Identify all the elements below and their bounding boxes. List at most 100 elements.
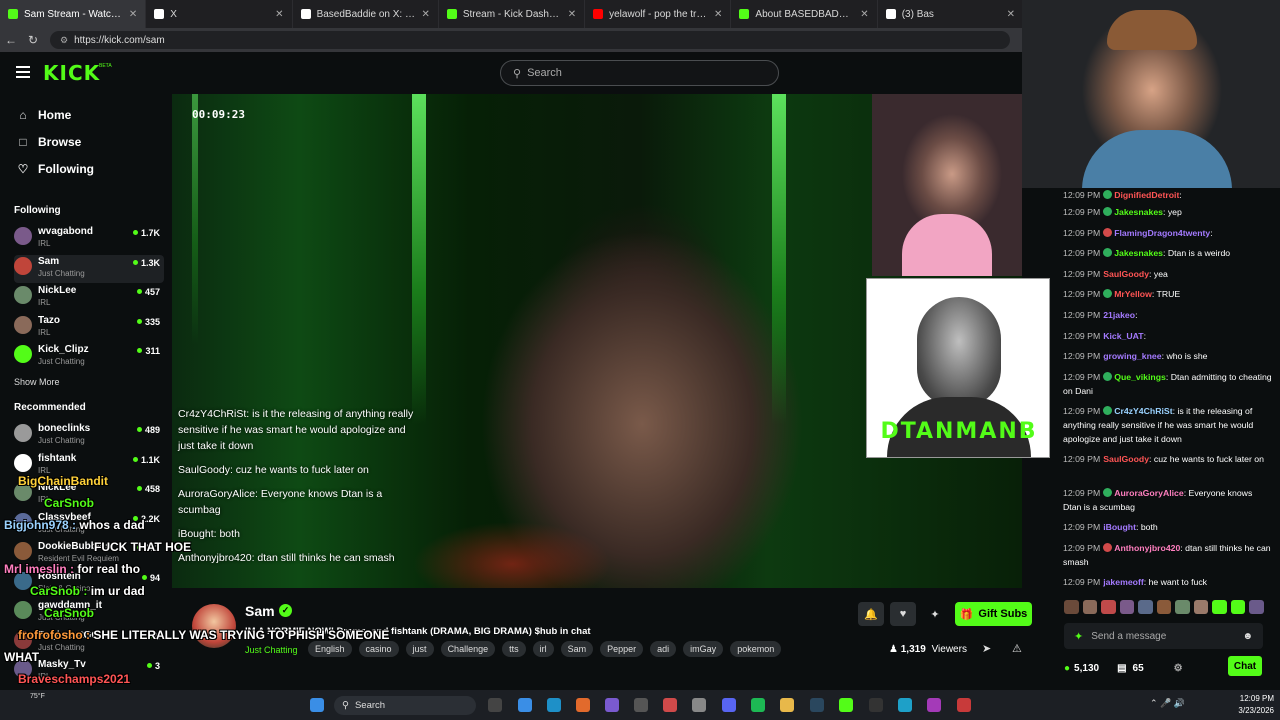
nav-browse[interactable]: □ Browse bbox=[16, 135, 81, 149]
emote-icon[interactable] bbox=[1101, 600, 1116, 614]
app-icon[interactable] bbox=[634, 698, 648, 712]
emote-icon[interactable] bbox=[1212, 600, 1227, 614]
chat-message-input[interactable]: ✦ Send a message ☻ bbox=[1064, 623, 1263, 649]
chat-username[interactable]: Jakesnakes bbox=[1114, 207, 1163, 217]
chat-username[interactable]: 21jakeo bbox=[1103, 310, 1135, 320]
close-icon[interactable]: ✕ bbox=[129, 9, 137, 20]
chat-username[interactable]: AuroraGoryAlice bbox=[1114, 488, 1184, 498]
sidebar-channel[interactable]: Masky_Tv IRL 3 bbox=[14, 658, 164, 686]
gift-subs-button[interactable]: 🎁 Gift Subs bbox=[955, 602, 1032, 626]
stream-tag[interactable]: Sam bbox=[560, 641, 594, 657]
app-icon[interactable] bbox=[898, 698, 912, 712]
app-icon[interactable] bbox=[927, 698, 941, 712]
sidebar-channel[interactable]: DookieBubbles Resident Evil Requiem 102 bbox=[14, 540, 164, 568]
emote-icon[interactable] bbox=[1230, 600, 1246, 614]
stream-tag[interactable]: adi bbox=[650, 641, 677, 657]
chat-username[interactable]: growing_knee bbox=[1103, 351, 1161, 361]
sidebar-channel[interactable]: RegimentGG Just Chatting 5 bbox=[14, 629, 164, 657]
chat-send-button[interactable]: Chat bbox=[1228, 656, 1262, 676]
close-icon[interactable]: ✕ bbox=[1007, 9, 1015, 20]
app-icon[interactable] bbox=[605, 698, 619, 712]
chat-username[interactable]: SaulGoody bbox=[1103, 269, 1149, 279]
app-icon[interactable] bbox=[839, 698, 853, 712]
copilot-icon[interactable] bbox=[518, 698, 532, 712]
show-more-link[interactable]: Show More bbox=[14, 377, 60, 387]
chat-username[interactable]: Kick_UAT bbox=[1103, 331, 1143, 341]
chat-username[interactable]: MrYellow bbox=[1114, 289, 1152, 299]
stream-tag[interactable]: pokemon bbox=[730, 641, 782, 657]
emote-icon[interactable] bbox=[1193, 600, 1209, 614]
app-icon[interactable] bbox=[663, 698, 677, 712]
nav-home[interactable]: ⌂ Home bbox=[16, 108, 71, 122]
stream-tag[interactable]: tts bbox=[502, 641, 526, 657]
back-icon[interactable]: ← bbox=[0, 33, 22, 47]
emoji-icon[interactable]: ☻ bbox=[1242, 631, 1253, 642]
app-icon[interactable] bbox=[692, 698, 706, 712]
browser-tab[interactable]: About BASEDBADDIE - Watch Live ✕ bbox=[731, 0, 878, 28]
stream-tag[interactable]: irl bbox=[532, 641, 554, 657]
browser-tab[interactable]: X ✕ bbox=[146, 0, 293, 28]
report-icon[interactable]: ⚠ bbox=[1012, 642, 1022, 655]
chat-username[interactable]: jakemeoff bbox=[1103, 577, 1144, 587]
emote-icon[interactable] bbox=[1082, 600, 1098, 614]
sparkle-icon[interactable]: ✦ bbox=[922, 602, 948, 626]
emote-bar[interactable] bbox=[1064, 600, 1265, 614]
chat-username[interactable]: Anthonyjbro420 bbox=[1114, 543, 1180, 553]
streamer-avatar[interactable] bbox=[192, 604, 236, 648]
sidebar-channel[interactable]: Kick_Clipz Just Chatting 311 bbox=[14, 343, 164, 371]
chat-username[interactable]: SaulGoody bbox=[1103, 454, 1149, 464]
emote-icon[interactable] bbox=[1156, 600, 1172, 614]
stream-tag[interactable]: casino bbox=[358, 641, 399, 657]
chat-username[interactable]: Jakesnakes bbox=[1114, 248, 1163, 258]
browser-tab[interactable]: Stream - Kick Dashboard ✕ bbox=[439, 0, 586, 28]
site-info-icon[interactable]: ⚙ bbox=[60, 35, 68, 46]
chat-username[interactable]: iBought bbox=[1103, 522, 1136, 532]
spotify-icon[interactable] bbox=[751, 698, 765, 712]
stream-tag[interactable]: just bbox=[405, 641, 434, 657]
kick-logo[interactable]: KICK bbox=[43, 61, 100, 85]
stream-tag[interactable]: imGay bbox=[683, 641, 724, 657]
sidebar-channel[interactable]: Tazo IRL 335 bbox=[14, 314, 164, 342]
nav-following[interactable]: ♡ Following bbox=[16, 162, 94, 176]
file-explorer-icon[interactable] bbox=[780, 698, 794, 712]
sidebar-channel[interactable]: gawddamn_it Just Chatting bbox=[14, 599, 164, 627]
chat-username[interactable]: DignifiedDetroit bbox=[1114, 190, 1179, 200]
sidebar-channel[interactable]: fishtank IRL 1.1K bbox=[14, 452, 164, 480]
system-tray-icon[interactable]: ⌃ 🎤 🔊 bbox=[1150, 698, 1185, 709]
close-icon[interactable]: ✕ bbox=[275, 9, 283, 20]
streamer-name[interactable]: Sam bbox=[245, 603, 275, 619]
steam-icon[interactable] bbox=[810, 698, 824, 712]
emote-icon[interactable] bbox=[1138, 600, 1153, 614]
weather-widget[interactable]: 75°F bbox=[30, 693, 45, 700]
sidebar-channel[interactable]: Classybeef Just Chatting 2.2K bbox=[14, 511, 164, 539]
stream-tag[interactable]: Pepper bbox=[600, 641, 644, 657]
close-icon[interactable]: ✕ bbox=[421, 9, 429, 20]
sidebar-channel[interactable]: NickLee IRL 457 bbox=[14, 284, 164, 312]
stream-category[interactable]: Just Chatting bbox=[245, 645, 298, 655]
chat-username[interactable]: Cr4zY4ChRiSt bbox=[1114, 406, 1172, 416]
reload-icon[interactable]: ↻ bbox=[22, 33, 44, 47]
close-icon[interactable]: ✕ bbox=[860, 9, 868, 20]
sidebar-channel[interactable]: Roshtein Slots & Casino 94 bbox=[14, 570, 164, 598]
search-input[interactable]: ⚲ Search bbox=[500, 60, 779, 86]
firefox-icon[interactable] bbox=[576, 698, 590, 712]
share-icon[interactable]: ➤ bbox=[982, 642, 991, 655]
discord-icon[interactable] bbox=[722, 698, 736, 712]
emote-icon[interactable] bbox=[1119, 600, 1135, 614]
menu-icon[interactable] bbox=[16, 66, 30, 78]
browser-tab[interactable]: Sam Stream - Watch Live on Kick ✕ bbox=[0, 0, 147, 28]
stream-tag[interactable]: Challenge bbox=[440, 641, 496, 657]
task-view-icon[interactable] bbox=[488, 698, 502, 712]
app-icon[interactable] bbox=[957, 698, 971, 712]
browser-tab[interactable]: yelawolf - pop the trunk - YouTube ✕ bbox=[585, 0, 732, 28]
chat-username[interactable]: FlamingDragon4twenty bbox=[1114, 228, 1210, 238]
notification-bell-icon[interactable]: 🔔 bbox=[858, 602, 884, 626]
taskbar-search[interactable]: ⚲ Search bbox=[334, 696, 476, 715]
close-icon[interactable]: ✕ bbox=[568, 9, 576, 20]
url-field[interactable]: ⚙ https://kick.com/sam bbox=[50, 31, 1010, 49]
chat-username[interactable]: Que_vikings bbox=[1114, 372, 1166, 382]
sidebar-channel[interactable]: Sam Just Chatting 1.3K bbox=[14, 254, 164, 283]
clock[interactable]: 12:09 PM 3/23/2026 bbox=[1214, 693, 1274, 717]
emote-icon[interactable] bbox=[1249, 600, 1265, 614]
chat-settings-icon[interactable]: ⚙ bbox=[1174, 663, 1183, 674]
